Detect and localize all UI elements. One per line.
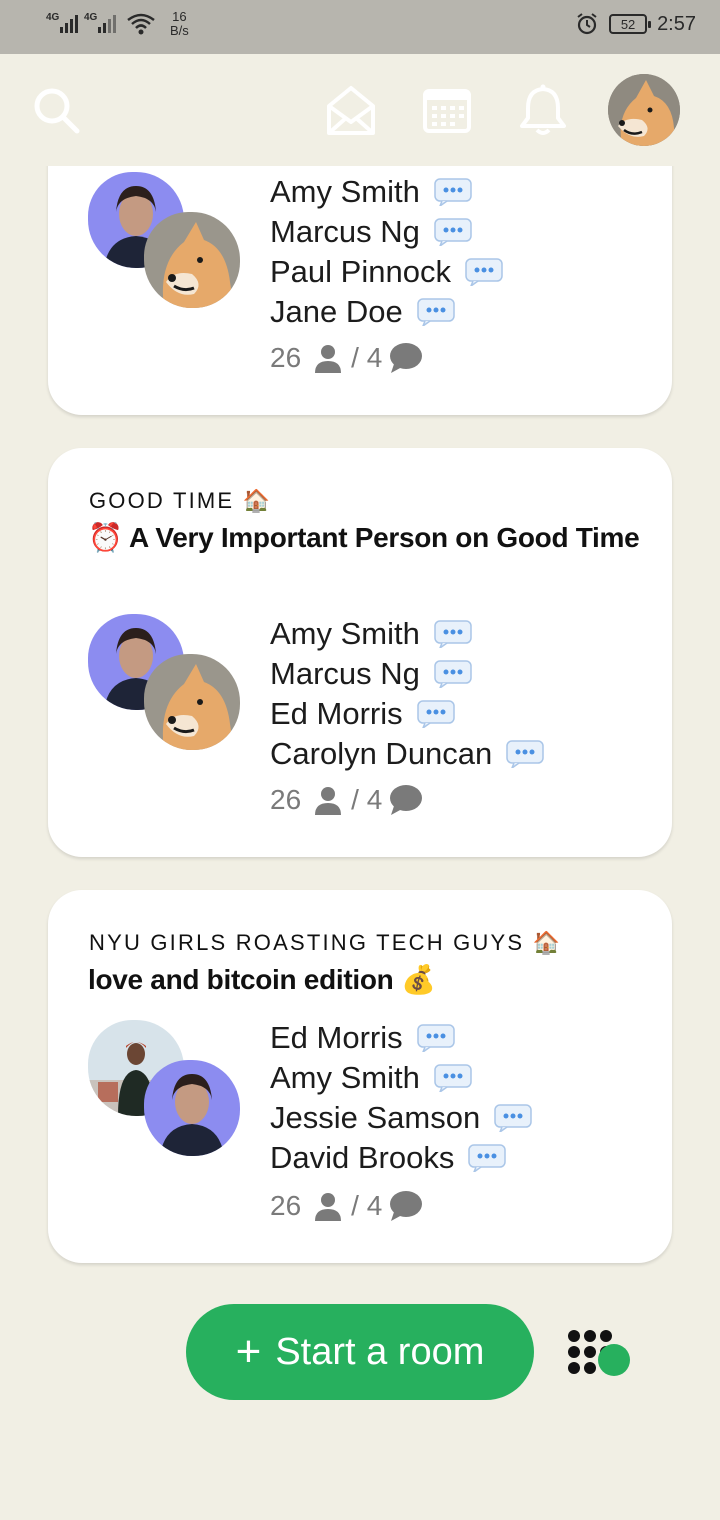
speech-bubble-icon <box>494 1104 532 1132</box>
speaker-name[interactable]: Carolyn Duncan <box>270 734 545 774</box>
speaker-name[interactable]: Jessie Samson <box>270 1098 532 1138</box>
cell-signal-1-icon: 4G <box>46 10 78 36</box>
speech-bubble-icon <box>416 700 455 728</box>
dot-grid-icon[interactable] <box>566 1328 634 1378</box>
top-nav <box>0 54 720 166</box>
battery-icon: 52 <box>609 14 652 34</box>
speech-bubble-icon <box>468 1144 507 1172</box>
speaker-name[interactable]: Ed Morris <box>270 1018 532 1058</box>
speaker-list: Amy Smith Marcus Ng Ed Morris Carolyn Du… <box>270 614 545 774</box>
person-icon <box>315 1193 342 1221</box>
cell-signal-2-icon: 4G <box>84 10 116 36</box>
speech-bubble-icon <box>416 1024 455 1052</box>
speech-bubble-icon <box>465 258 503 286</box>
chat-bubble-icon <box>390 785 423 815</box>
room-title: love and bitcoin edition 💰 <box>88 964 436 995</box>
status-bar: 4G 4G 16 B/s 52 2:57 <box>0 0 720 54</box>
speaker-avatars <box>88 172 248 312</box>
plus-icon: + <box>235 1327 262 1376</box>
speaker-count: / 4 <box>351 1190 383 1221</box>
clock: 2:57 <box>657 12 696 35</box>
club-name[interactable]: GOOD TIME 🏠 <box>89 488 272 514</box>
avatar <box>144 1060 240 1156</box>
speaker-name[interactable]: Amy Smith <box>270 1058 532 1098</box>
speaker-list: Ed Morris Amy Smith Jessie Samson David … <box>270 1018 532 1178</box>
speech-bubble-icon <box>434 1064 472 1092</box>
speaker-name[interactable]: Jane Doe <box>270 292 503 332</box>
speaker-count: / 4 <box>351 342 383 373</box>
person-icon <box>315 787 342 815</box>
calendar-icon[interactable] <box>422 88 472 134</box>
search-icon[interactable] <box>32 86 82 136</box>
wifi-icon <box>127 13 155 35</box>
alarm-icon <box>577 13 597 35</box>
room-stats: 26 / 4 <box>270 784 424 816</box>
speaker-name[interactable]: Marcus Ng <box>270 654 544 694</box>
listener-count: 26 <box>270 784 302 815</box>
start-room-button[interactable]: + Start a room <box>186 1304 534 1400</box>
speaker-name[interactable]: Marcus Ng <box>270 212 503 252</box>
speaker-name[interactable]: Ed Morris <box>270 694 544 734</box>
room-title: ⏰ A Very Important Person on Good Time <box>88 522 640 553</box>
club-name[interactable]: NYU GIRLS ROASTING TECH GUYS 🏠 <box>89 930 562 956</box>
speech-bubble-icon <box>416 298 455 326</box>
profile-avatar[interactable] <box>608 74 680 146</box>
speech-bubble-icon <box>434 218 472 246</box>
room-stats: 26 / 4 <box>270 342 424 374</box>
listener-count: 26 <box>270 342 302 373</box>
speaker-name[interactable]: Paul Pinnock <box>270 252 503 292</box>
listener-count: 26 <box>270 1190 302 1221</box>
start-room-label: Start a room <box>275 1330 485 1373</box>
speaker-name[interactable]: Amy Smith <box>270 614 544 654</box>
speaker-avatars <box>88 1020 248 1160</box>
speaker-avatars <box>88 614 248 754</box>
envelope-icon[interactable] <box>326 84 376 136</box>
avatar <box>144 654 240 750</box>
speaker-count: / 4 <box>351 784 383 815</box>
network-speed: 16 B/s <box>170 9 189 38</box>
chat-bubble-icon <box>390 1191 423 1221</box>
speech-bubble-icon <box>434 660 472 688</box>
speech-bubble-icon <box>434 620 472 648</box>
bell-icon[interactable] <box>518 84 568 136</box>
speech-bubble-icon <box>506 740 545 768</box>
room-card-3[interactable]: NYU GIRLS ROASTING TECH GUYS 🏠 love and … <box>48 890 672 1263</box>
person-icon <box>315 345 342 373</box>
room-stats: 26 / 4 <box>270 1190 424 1222</box>
speaker-name[interactable]: Amy Smith <box>270 172 503 212</box>
speaker-list: Amy Smith Marcus Ng Paul Pinnock Jane Do… <box>270 172 503 332</box>
speech-bubble-icon <box>434 178 472 206</box>
speaker-name[interactable]: David Brooks <box>270 1138 532 1178</box>
room-card-2[interactable]: GOOD TIME 🏠 ⏰ A Very Important Person on… <box>48 448 672 857</box>
chat-bubble-icon <box>390 343 423 373</box>
avatar <box>144 212 240 308</box>
